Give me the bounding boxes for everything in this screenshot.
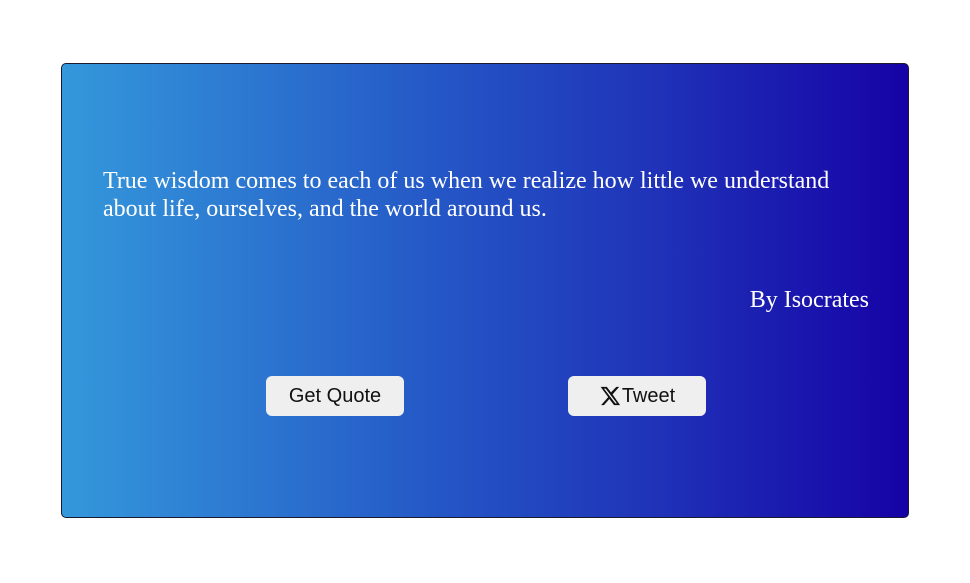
get-quote-label: Get Quote [288, 384, 382, 407]
tweet-label: Tweet [621, 384, 676, 407]
x-logo-icon [599, 385, 621, 407]
quote-text: True wisdom comes to each of us when we … [103, 168, 830, 222]
tweet-button[interactable]: Tweet [568, 376, 706, 416]
quote-card: True wisdom comes to each of us when we … [61, 63, 909, 518]
quote-author: By Isocrates [749, 287, 869, 313]
get-quote-button[interactable]: Get Quote [266, 376, 404, 416]
